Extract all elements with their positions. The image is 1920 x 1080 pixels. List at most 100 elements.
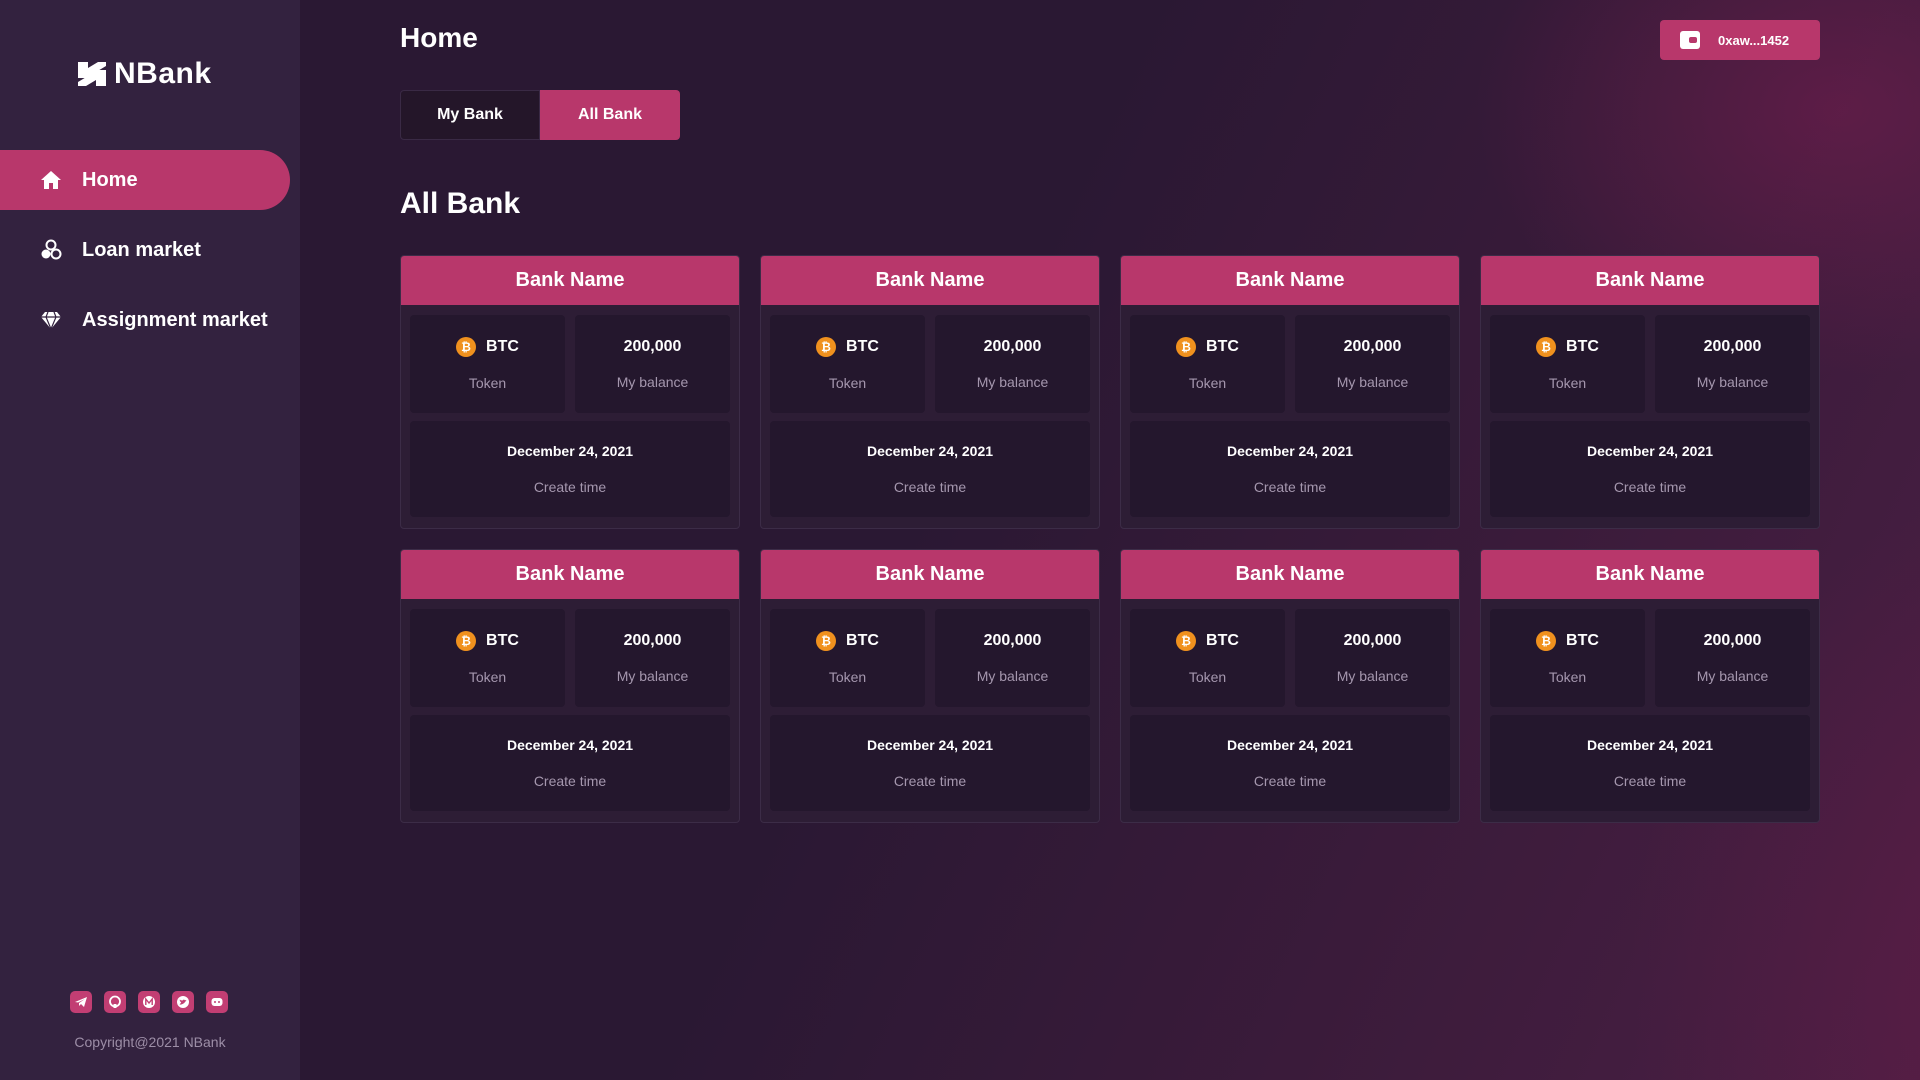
github-icon[interactable]	[104, 991, 126, 1013]
create-time-label: Create time	[533, 479, 607, 495]
token-cell: ₿ BTC Token	[1130, 315, 1285, 413]
token-symbol: BTC	[1566, 338, 1599, 355]
bank-card-row: ₿ BTC Token 200,000 My balance	[410, 609, 730, 707]
bitcoin-icon: ₿	[1176, 337, 1197, 357]
bank-card-row: ₿ BTC Token 200,000 My balance	[1490, 609, 1810, 707]
token-label: Token	[468, 669, 507, 685]
create-date: December 24, 2021	[866, 443, 994, 459]
create-time-cell: December 24, 2021 Create time	[770, 421, 1090, 517]
balance-label: My balance	[1336, 668, 1409, 684]
create-time-cell: December 24, 2021 Create time	[1130, 421, 1450, 517]
sidebar: NBank Home Loan market Assignment market…	[0, 0, 300, 1080]
token-symbol: BTC	[486, 632, 519, 649]
create-time-cell: December 24, 2021 Create time	[410, 715, 730, 811]
token-cell: ₿ BTC Token	[410, 315, 565, 413]
balance-cell: 200,000 My balance	[1295, 315, 1450, 413]
bank-card-row: ₿ BTC Token 200,000 My balance	[1490, 315, 1810, 413]
create-time-label: Create time	[1613, 773, 1687, 789]
bank-card[interactable]: Bank Name ₿ BTC Token 200,000 My balance…	[1120, 255, 1460, 529]
create-time-label: Create time	[893, 773, 967, 789]
balance-label: My balance	[616, 668, 689, 684]
balance-value: 200,000	[1343, 338, 1402, 355]
token-value: ₿ BTC	[816, 631, 879, 651]
sidebar-item-home[interactable]: Home	[0, 150, 290, 210]
token-label: Token	[828, 669, 867, 685]
create-time-cell: December 24, 2021 Create time	[410, 421, 730, 517]
create-time-cell: December 24, 2021 Create time	[1490, 715, 1810, 811]
bitcoin-icon: ₿	[456, 631, 477, 651]
bank-name: Bank Name	[1481, 550, 1819, 599]
balance-cell: 200,000 My balance	[1295, 609, 1450, 707]
token-symbol: BTC	[846, 338, 879, 355]
bank-name: Bank Name	[1121, 550, 1459, 599]
token-value: ₿ BTC	[1176, 337, 1239, 357]
token-cell: ₿ BTC Token	[770, 315, 925, 413]
token-cell: ₿ BTC Token	[1490, 315, 1645, 413]
bank-name: Bank Name	[401, 550, 739, 599]
balance-value: 200,000	[1703, 632, 1762, 649]
bank-card-row: ₿ BTC Token 200,000 My balance	[770, 315, 1090, 413]
bank-card[interactable]: Bank Name ₿ BTC Token 200,000 My balance…	[1480, 255, 1820, 529]
medium-icon[interactable]	[138, 991, 160, 1013]
token-cell: ₿ BTC Token	[1130, 609, 1285, 707]
page-title: Home	[400, 22, 478, 53]
bank-name: Bank Name	[1121, 256, 1459, 305]
telegram-icon[interactable]	[70, 991, 92, 1013]
bank-card-row: ₿ BTC Token 200,000 My balance	[770, 609, 1090, 707]
sidebar-item-loan-market[interactable]: Loan market	[0, 220, 290, 280]
sidebar-nav: Home Loan market Assignment market	[0, 150, 300, 360]
logo-mark-icon	[78, 62, 106, 86]
bank-card[interactable]: Bank Name ₿ BTC Token 200,000 My balance…	[400, 549, 740, 823]
token-value: ₿ BTC	[456, 337, 519, 357]
balance-label: My balance	[1696, 374, 1769, 390]
tab-all-bank[interactable]: All Bank	[540, 90, 680, 140]
tab-my-bank[interactable]: My Bank	[400, 90, 540, 140]
balance-label: My balance	[976, 668, 1049, 684]
logo[interactable]: NBank	[76, 57, 212, 90]
social-links	[70, 991, 228, 1013]
token-label: Token	[1548, 669, 1587, 685]
token-symbol: BTC	[1206, 338, 1239, 355]
bitcoin-icon: ₿	[1536, 337, 1557, 357]
bank-card-body: ₿ BTC Token 200,000 My balance December …	[1121, 599, 1459, 820]
create-time-cell: December 24, 2021 Create time	[770, 715, 1090, 811]
balance-value: 200,000	[623, 632, 682, 649]
bank-name: Bank Name	[761, 550, 1099, 599]
wallet-button[interactable]: 0xaw...1452	[1660, 20, 1820, 60]
token-label: Token	[828, 375, 867, 391]
balance-value: 200,000	[983, 338, 1042, 355]
token-value: ₿ BTC	[456, 631, 519, 651]
bank-card-body: ₿ BTC Token 200,000 My balance December …	[401, 305, 739, 526]
create-date: December 24, 2021	[506, 443, 634, 459]
token-cell: ₿ BTC Token	[1490, 609, 1645, 707]
sidebar-item-label: Home	[82, 168, 138, 191]
create-date: December 24, 2021	[506, 737, 634, 753]
logo-text: NBank	[114, 57, 212, 90]
bank-card[interactable]: Bank Name ₿ BTC Token 200,000 My balance…	[760, 255, 1100, 529]
token-value: ₿ BTC	[1536, 337, 1599, 357]
twitter-icon[interactable]	[172, 991, 194, 1013]
balance-label: My balance	[976, 374, 1049, 390]
bank-card-body: ₿ BTC Token 200,000 My balance December …	[761, 305, 1099, 526]
balance-value: 200,000	[983, 632, 1042, 649]
balance-cell: 200,000 My balance	[1655, 609, 1810, 707]
bank-card[interactable]: Bank Name ₿ BTC Token 200,000 My balance…	[760, 549, 1100, 823]
balance-cell: 200,000 My balance	[935, 609, 1090, 707]
bank-card[interactable]: Bank Name ₿ BTC Token 200,000 My balance…	[1480, 549, 1820, 823]
token-label: Token	[1188, 375, 1227, 391]
bank-card-row: ₿ BTC Token 200,000 My balance	[1130, 315, 1450, 413]
sidebar-item-assignment-market[interactable]: Assignment market	[0, 290, 290, 350]
bank-card[interactable]: Bank Name ₿ BTC Token 200,000 My balance…	[400, 255, 740, 529]
create-time-label: Create time	[1253, 773, 1327, 789]
balance-value: 200,000	[1703, 338, 1762, 355]
balance-label: My balance	[1696, 668, 1769, 684]
bank-name: Bank Name	[401, 256, 739, 305]
token-label: Token	[1188, 669, 1227, 685]
bank-card[interactable]: Bank Name ₿ BTC Token 200,000 My balance…	[1120, 549, 1460, 823]
balance-label: My balance	[1336, 374, 1409, 390]
discord-icon[interactable]	[206, 991, 228, 1013]
token-symbol: BTC	[1206, 632, 1239, 649]
create-date: December 24, 2021	[1226, 443, 1354, 459]
bitcoin-icon: ₿	[1536, 631, 1557, 651]
bitcoin-icon: ₿	[456, 337, 477, 357]
